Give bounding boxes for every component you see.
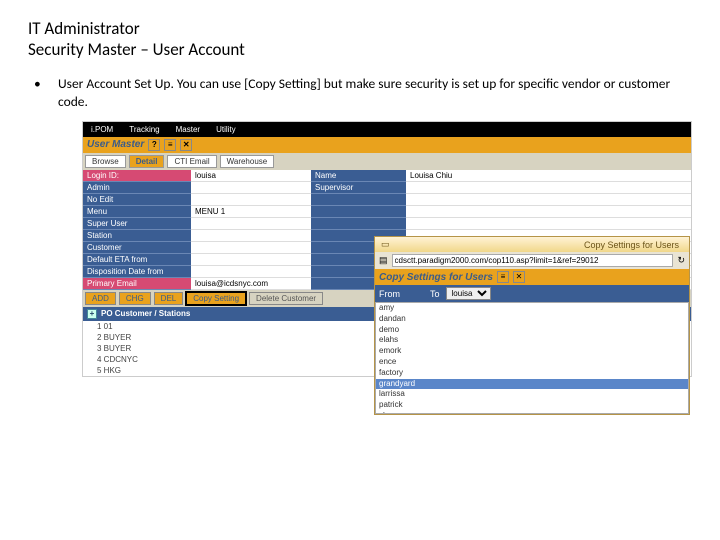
form-label: Admin (83, 182, 191, 194)
list-item[interactable]: amy (376, 303, 688, 314)
form-label: Login ID: (83, 170, 191, 182)
form-value[interactable] (191, 218, 311, 230)
form-value[interactable] (191, 242, 311, 254)
menu-icon[interactable]: ≡ (164, 139, 176, 151)
chg-button[interactable]: CHG (119, 292, 151, 305)
url-field[interactable] (392, 254, 674, 267)
form-label: Primary Email (83, 278, 191, 290)
bullet-item: • User Account Set Up. You can use [Copy… (28, 75, 692, 111)
form-value[interactable] (406, 218, 691, 230)
to-label: To (430, 289, 440, 299)
form-value[interactable]: MENU 1 (191, 206, 311, 218)
close-icon[interactable]: ✕ (180, 139, 192, 151)
form-value[interactable] (191, 230, 311, 242)
panel-title: User Master (87, 139, 144, 150)
delete-customer-button[interactable]: Delete Customer (249, 292, 323, 305)
form-label: Supervisor (311, 182, 406, 194)
form-value[interactable]: louisa (191, 170, 311, 182)
form-label: Menu (83, 206, 191, 218)
list-item[interactable]: ence (376, 357, 688, 368)
panel-header: User Master ? ≡ ✕ (83, 137, 691, 153)
popup-close-icon[interactable]: ✕ (513, 271, 525, 283)
bullet-dot: • (34, 75, 58, 111)
expand-icon[interactable]: + (87, 309, 97, 319)
help-icon[interactable]: ? (148, 139, 160, 151)
form-value[interactable]: louisa@icdsnyc.com (191, 278, 311, 290)
window-icon: ▭ (381, 239, 390, 250)
top-nav: i.POM Tracking Master Utility (83, 122, 691, 137)
tab-detail[interactable]: Detail (129, 155, 165, 168)
list-item[interactable]: grandyard (376, 379, 688, 390)
list-item[interactable]: demo (376, 325, 688, 336)
nav-utility[interactable]: Utility (208, 122, 244, 137)
from-to-bar: From To louisa (375, 285, 689, 302)
form-label: Customer (83, 242, 191, 254)
tab-bar: Browse Detail CTI Email Warehouse (83, 153, 691, 170)
tab-warehouse[interactable]: Warehouse (220, 155, 275, 168)
list-item[interactable]: emork (376, 346, 688, 357)
popup-window-title: Copy Settings for Users (390, 240, 683, 250)
form-label: Station (83, 230, 191, 242)
form-value[interactable] (406, 194, 691, 206)
form-label (311, 194, 406, 206)
form-label: Name (311, 170, 406, 182)
form-label: No Edit (83, 194, 191, 206)
form-label: Disposition Date from (83, 266, 191, 278)
bullet-text: User Account Set Up. You can use [Copy S… (58, 75, 692, 111)
nav-master[interactable]: Master (168, 122, 208, 137)
tab-cti-email[interactable]: CTI Email (167, 155, 216, 168)
popup-menu-icon[interactable]: ≡ (497, 271, 509, 283)
to-select[interactable]: louisa (446, 287, 491, 300)
add-button[interactable]: ADD (85, 292, 116, 305)
list-item[interactable]: factory (376, 368, 688, 379)
copy-setting-button[interactable]: Copy Setting (186, 292, 246, 305)
form-label (311, 218, 406, 230)
popup-panel-header: Copy Settings for Users ≡ ✕ (375, 269, 689, 285)
form-value[interactable]: Louisa Chiu (406, 170, 691, 182)
list-item[interactable]: patrick (376, 400, 688, 411)
page-icon: ▤ (379, 255, 388, 266)
popup-titlebar: ▭ Copy Settings for Users (375, 237, 689, 252)
form-label (311, 206, 406, 218)
copy-settings-popup: ▭ Copy Settings for Users ▤ ↻ Copy Setti… (374, 236, 690, 415)
tab-browse[interactable]: Browse (85, 155, 126, 168)
from-listbox[interactable]: amydandandemoelahsemorkencefactorygrandy… (375, 302, 689, 414)
form-value[interactable] (406, 206, 691, 218)
list-item[interactable]: dandan (376, 314, 688, 325)
del-button[interactable]: DEL (154, 292, 184, 305)
refresh-icon[interactable]: ↻ (677, 255, 685, 266)
form-value[interactable] (191, 194, 311, 206)
slide-title: IT Administrator Security Master – User … (28, 18, 692, 61)
form-label: Default ETA from (83, 254, 191, 266)
form-value[interactable] (191, 182, 311, 194)
nav-tracking[interactable]: Tracking (121, 122, 167, 137)
list-item[interactable]: sh pper (376, 411, 688, 414)
form-value[interactable] (406, 182, 691, 194)
popup-url-bar: ▤ ↻ (375, 252, 689, 269)
form-value[interactable] (191, 266, 311, 278)
form-label: Super User (83, 218, 191, 230)
list-item[interactable]: elahs (376, 335, 688, 346)
popup-panel-title: Copy Settings for Users (379, 272, 493, 283)
form-value[interactable] (191, 254, 311, 266)
section-title: PO Customer / Stations (101, 309, 190, 318)
from-label: From (379, 289, 400, 299)
nav-ipom[interactable]: i.POM (83, 122, 121, 137)
list-item[interactable]: larrissa (376, 389, 688, 400)
